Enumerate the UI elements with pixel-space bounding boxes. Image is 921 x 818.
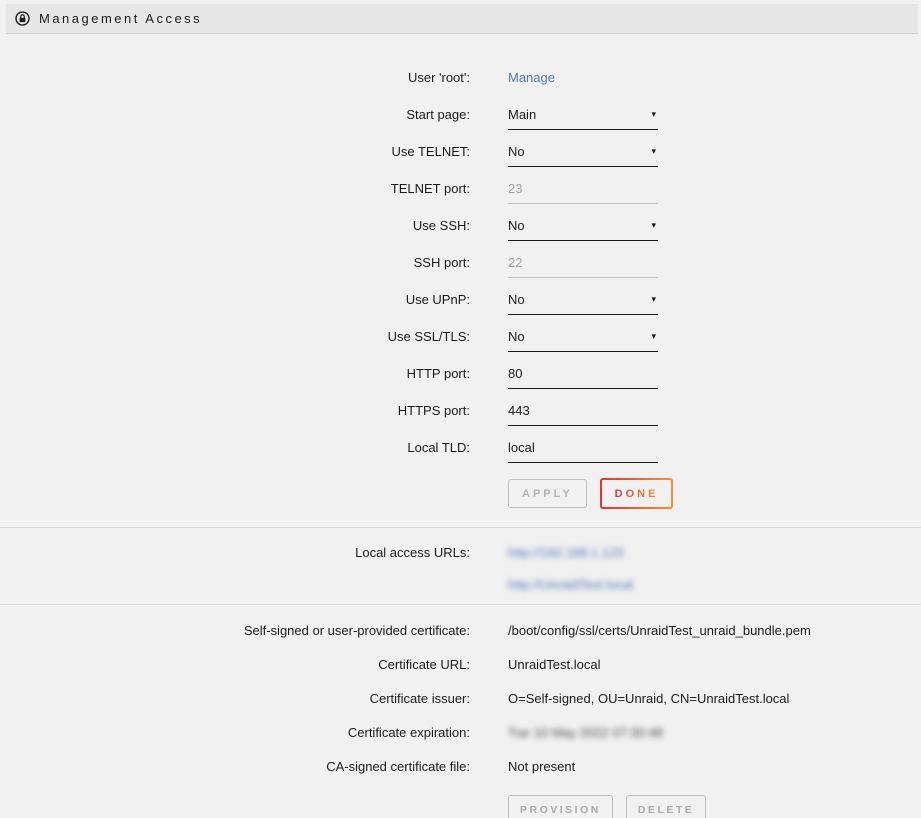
lock-icon — [15, 11, 30, 26]
apply-button[interactable]: APPLY — [508, 479, 587, 508]
self-signed-cert-label: Self-signed or user-provided certificate… — [0, 623, 470, 638]
local-access-url-link[interactable]: http://192.168.1.123 — [508, 545, 624, 560]
management-form: User 'root': Manage Start page: Main ▾ U… — [0, 34, 921, 527]
local-tld-label: Local TLD: — [0, 440, 470, 455]
telnet-port-input — [508, 181, 658, 204]
local-tld-input[interactable] — [508, 440, 658, 463]
telnet-port-label: TELNET port: — [0, 181, 470, 196]
use-upnp-label: Use UPnP: — [0, 292, 470, 307]
certificate-section: Self-signed or user-provided certificate… — [0, 605, 921, 818]
certificate-expiration-value: Tue 10 May 2022 07:30:48 — [508, 725, 921, 740]
row-use-upnp: Use UPnP: No ▾ — [0, 281, 921, 318]
row-use-ssl: Use SSL/TLS: No ▾ — [0, 318, 921, 355]
use-ssl-select[interactable]: No — [508, 329, 658, 352]
certificate-url-label: Certificate URL: — [0, 657, 470, 672]
page-header: Management Access — [6, 4, 918, 34]
row-certificate-expiration: Certificate expiration: Tue 10 May 2022 … — [0, 715, 921, 749]
row-ssh-port: SSH port: — [0, 244, 921, 281]
row-self-signed-cert: Self-signed or user-provided certificate… — [0, 613, 921, 647]
manage-root-link[interactable]: Manage — [508, 70, 555, 85]
certificate-issuer-value: O=Self-signed, OU=Unraid, CN=UnraidTest.… — [508, 691, 921, 706]
local-access-url-link[interactable]: http://UnraidTest.local — [508, 577, 633, 592]
row-local-access-urls: Local access URLs: http://192.168.1.123 — [0, 536, 921, 568]
row-use-ssh: Use SSH: No ▾ — [0, 207, 921, 244]
use-telnet-label: Use TELNET: — [0, 144, 470, 159]
self-signed-cert-value: /boot/config/ssl/certs/UnraidTest_unraid… — [508, 623, 921, 638]
row-telnet-port: TELNET port: — [0, 170, 921, 207]
row-user-root: User 'root': Manage — [0, 59, 921, 96]
delete-button[interactable]: DELETE — [626, 795, 706, 818]
user-root-label: User 'root': — [0, 70, 470, 85]
certificate-issuer-label: Certificate issuer: — [0, 691, 470, 706]
http-port-label: HTTP port: — [0, 366, 470, 381]
row-https-port: HTTPS port: — [0, 392, 921, 429]
start-page-label: Start page: — [0, 107, 470, 122]
http-port-input[interactable] — [508, 366, 658, 389]
row-certificate-url: Certificate URL: UnraidTest.local — [0, 647, 921, 681]
ssh-port-input — [508, 255, 658, 278]
row-local-tld: Local TLD: — [0, 429, 921, 466]
done-button-label: DONE — [615, 488, 659, 500]
certificate-buttons: PROVISION DELETE — [508, 795, 921, 818]
local-access-urls-label: Local access URLs: — [0, 545, 470, 560]
row-local-access-urls-2: http://UnraidTest.local — [0, 568, 921, 600]
form-buttons: APPLY DONE — [508, 478, 921, 509]
provision-button[interactable]: PROVISION — [508, 795, 613, 818]
https-port-label: HTTPS port: — [0, 403, 470, 418]
page-title: Management Access — [39, 11, 202, 26]
row-http-port: HTTP port: — [0, 355, 921, 392]
row-use-telnet: Use TELNET: No ▾ — [0, 133, 921, 170]
ca-signed-cert-value: Not present — [508, 759, 921, 774]
use-ssl-label: Use SSL/TLS: — [0, 329, 470, 344]
certificate-expiration-label: Certificate expiration: — [0, 725, 470, 740]
row-certificate-issuer: Certificate issuer: O=Self-signed, OU=Un… — [0, 681, 921, 715]
use-upnp-select[interactable]: No — [508, 292, 658, 315]
ssh-port-label: SSH port: — [0, 255, 470, 270]
row-ca-signed-cert: CA-signed certificate file: Not present — [0, 749, 921, 783]
ca-signed-cert-label: CA-signed certificate file: — [0, 759, 470, 774]
use-ssh-select[interactable]: No — [508, 218, 658, 241]
local-access-section: Local access URLs: http://192.168.1.123 … — [0, 528, 921, 604]
use-ssh-label: Use SSH: — [0, 218, 470, 233]
use-telnet-select[interactable]: No — [508, 144, 658, 167]
https-port-input[interactable] — [508, 403, 658, 426]
done-button[interactable]: DONE — [600, 478, 674, 509]
start-page-select[interactable]: Main — [508, 107, 658, 130]
row-start-page: Start page: Main ▾ — [0, 96, 921, 133]
certificate-url-value: UnraidTest.local — [508, 657, 921, 672]
